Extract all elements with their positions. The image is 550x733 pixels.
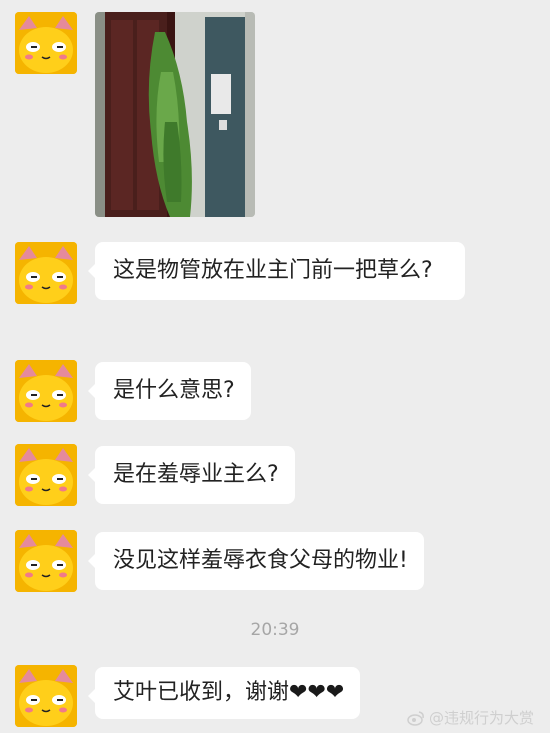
cat-avatar[interactable] [15,665,77,727]
message-bubble[interactable]: 这是物管放在业主门前一把草么? [88,242,465,300]
message-text-content: 艾叶已收到，谢谢 [113,680,290,705]
cat-avatar[interactable] [15,360,77,422]
message-text: 这是物管放在业主门前一把草么? [113,258,433,283]
heart-icons: ❤❤❤ [289,680,345,705]
cat-face-icon [15,530,77,592]
message-photo[interactable] [95,12,255,217]
cat-face-icon [15,242,77,304]
message-text: 没见这样羞辱衣食父母的物业! [113,548,408,573]
door-with-herbs-image [95,12,255,217]
watermark: @违规行为大赏 [407,707,534,728]
message-text: 艾叶已收到，谢谢❤❤❤ [113,676,344,710]
cat-face-icon [15,12,77,74]
cat-face-icon [15,360,77,422]
cat-avatar[interactable] [15,530,77,592]
message-bubble[interactable]: 没见这样羞辱衣食父母的物业! [88,532,424,590]
weibo-icon [407,710,424,726]
cat-face-icon [15,665,77,727]
message-text: 是什么意思? [113,378,235,403]
message-timestamp: 20:39 [250,620,300,640]
cat-avatar[interactable] [15,242,77,304]
message-bubble[interactable]: 是什么意思? [88,362,251,420]
message-text: 是在羞辱业主么? [113,462,279,487]
cat-avatar[interactable] [15,12,77,74]
cat-avatar[interactable] [15,444,77,506]
cat-face-icon [15,444,77,506]
watermark-text: @违规行为大赏 [428,709,534,727]
message-bubble[interactable]: 是在羞辱业主么? [88,446,295,504]
message-bubble[interactable]: 艾叶已收到，谢谢❤❤❤ [87,667,361,719]
